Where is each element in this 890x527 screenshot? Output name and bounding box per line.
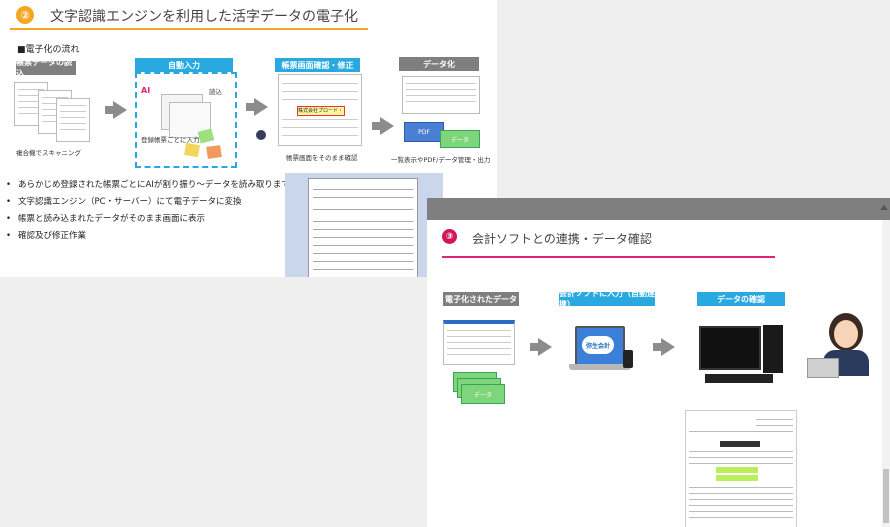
bullet-list: あらかじめ登録された帳票ごとにAIが割り振り～データを読み取りまで行う 文字認識… [6, 177, 307, 245]
flow-arrow-icon [653, 338, 675, 356]
slide-title: 文字認識エンジンを利用した活字データの電子化 [50, 9, 358, 25]
data-card: データ [461, 384, 505, 404]
sorted-form-icon [197, 128, 215, 144]
operator-avatar [256, 130, 266, 140]
data-caption: 一覧表示やPDF/データ管理・出力 [391, 156, 491, 164]
invoice-highlight [716, 475, 758, 481]
invoice-document [685, 410, 797, 527]
flow-arrow-icon [246, 98, 268, 116]
yayoi-logo: 弥生会計 [582, 336, 614, 354]
sorted-form-icon [206, 145, 222, 159]
slide-digitization: ② 文字認識エンジンを利用した活字データの電子化 ■電子化の流れ 帳票データの読… [0, 0, 497, 277]
digitized-data-screen [443, 320, 515, 365]
step-label-verify: データの確認 [697, 292, 785, 306]
flow-subtitle: ■電子化の流れ [17, 45, 80, 55]
auto-input-panel: AI 読込 登録帳票ごとに入力 [135, 72, 237, 168]
title-underline [10, 28, 368, 30]
highlighted-field: 株式会社プロード・ [297, 106, 345, 116]
flow-arrow-icon [530, 338, 552, 356]
step-label-scan: 帳票データの読込 [16, 58, 76, 78]
slide-accounting-link: ③ 会計ソフトとの連携・データ確認 電子化されたデータ データ 会計ソフトに入力… [427, 198, 890, 527]
phone-icon [623, 350, 633, 368]
pdf-card: PDF [404, 122, 444, 142]
slide-header-bar [427, 198, 890, 220]
scanned-document [56, 98, 90, 142]
step-label-check: 帳票画面確認・修正 [275, 58, 360, 72]
bullet-item: 文字認識エンジン（PC・サーバー）にて電子データに変換 [6, 194, 307, 211]
scrollbar-thumb[interactable] [883, 469, 889, 523]
form-preview [308, 178, 418, 277]
step-label-digitized: 電子化されたデータ [443, 292, 519, 306]
bullet-item: 帳票と読み込まれたデータがそのまま画面に表示 [6, 211, 307, 228]
flow-arrow-icon [372, 117, 394, 135]
bullet-item: 確認及び修正作業 [6, 228, 307, 245]
scroll-up-icon[interactable] [880, 205, 888, 210]
invoice-heading [720, 441, 760, 447]
laptop-base [569, 364, 631, 370]
step-label-accounting: 会計ソフトに入力（自動連携） [559, 289, 655, 309]
data-list-screen [402, 76, 480, 114]
bullet-item: あらかじめ登録された帳票ごとにAIが割り振り～データを読み取りまで行う [6, 177, 307, 194]
slide-title: 会計ソフトとの連携・データ確認 [472, 232, 652, 246]
scrollbar[interactable] [882, 220, 890, 527]
check-caption: 帳票画面をそのまま確認 [286, 154, 358, 162]
data-card: データ [440, 130, 480, 148]
step-label-auto-input: 自動入力 [135, 58, 233, 72]
title-underline [442, 256, 775, 258]
operator-laptop-icon [807, 358, 839, 378]
form-screen: 株式会社プロード・ [278, 74, 362, 146]
operator-face [834, 320, 858, 348]
scan-caption: 複合機でスキャニング [16, 149, 81, 157]
flow-arrow-icon [105, 101, 127, 119]
step-badge: ③ [442, 229, 457, 244]
pc-tower-icon [763, 325, 783, 373]
step-label-data: データ化 [399, 57, 479, 71]
register-caption: 登録帳票ごとに入力 [141, 136, 200, 144]
sorted-form-icon [184, 142, 200, 158]
desktop-monitor-icon [699, 326, 761, 370]
keyboard-icon [705, 374, 773, 383]
invoice-highlight [716, 467, 758, 473]
step-badge: ② [16, 6, 34, 24]
read-label: 読込 [209, 88, 222, 96]
ai-label: AI [141, 86, 151, 95]
